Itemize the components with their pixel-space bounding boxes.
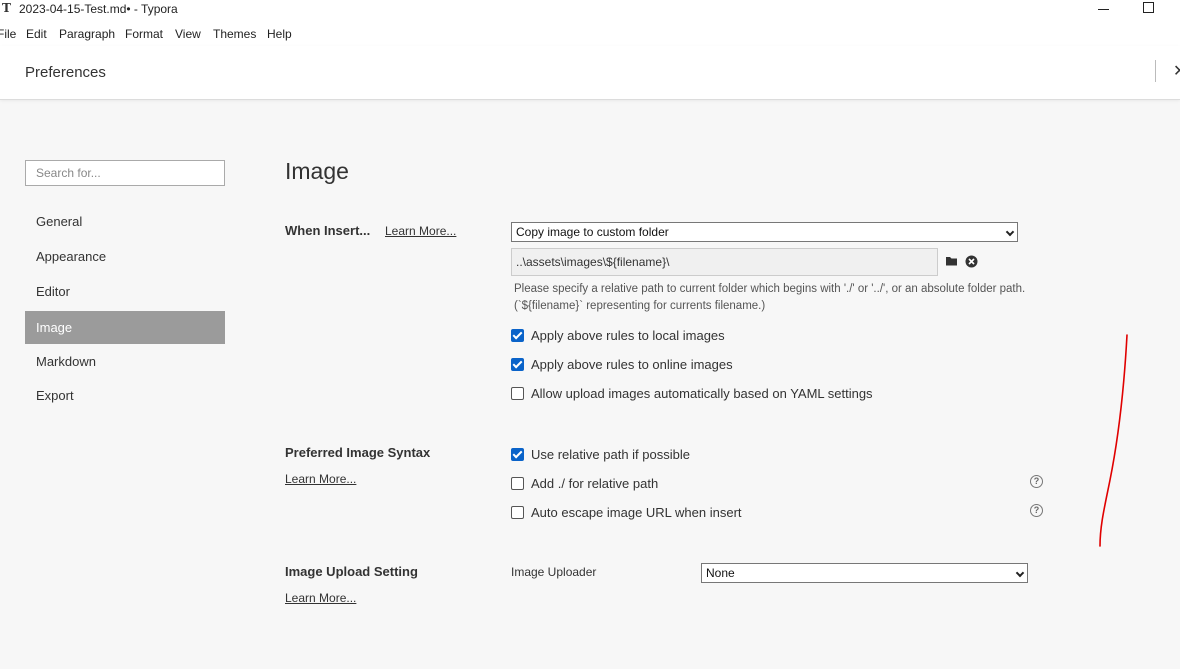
dot-slash-checkbox[interactable] <box>511 477 524 490</box>
image-uploader-label: Image Uploader <box>511 565 597 579</box>
escape-url-checkbox[interactable] <box>511 506 524 519</box>
path-help-text: Please specify a relative path to curren… <box>514 283 1026 312</box>
image-uploader-select[interactable]: None <box>701 563 1028 583</box>
minimize-icon[interactable] <box>1098 9 1109 10</box>
menu-edit[interactable]: Edit <box>26 27 47 41</box>
image-upload-learn-more-link[interactable]: Learn More... <box>285 591 356 605</box>
chevron-down-icon <box>1005 227 1015 237</box>
close-icon[interactable]: ✕ <box>1173 61 1180 81</box>
header-divider <box>1155 60 1156 82</box>
when-insert-learn-more-link[interactable]: Learn More... <box>385 224 456 238</box>
sidebar-item-editor[interactable]: Editor <box>25 275 225 308</box>
auto-upload-yaml-label: Allow upload images automatically based … <box>531 386 873 401</box>
menu-themes[interactable]: Themes <box>213 27 256 41</box>
menu-paragraph[interactable]: Paragraph <box>59 27 115 41</box>
question-circle-icon[interactable]: ? <box>1030 475 1043 488</box>
apply-local-images-checkbox[interactable] <box>511 329 524 342</box>
chevron-down-icon <box>1015 568 1025 578</box>
relative-path-label: Use relative path if possible <box>531 447 690 462</box>
question-circle-icon[interactable]: ? <box>1030 504 1043 517</box>
menu-bar: File Edit Paragraph Format View Themes H… <box>0 20 1180 46</box>
relative-path-checkbox[interactable] <box>511 448 524 461</box>
typora-app-icon: T <box>2 1 11 15</box>
clear-circle-icon[interactable] <box>965 255 978 268</box>
window-title: 2023-04-15-Test.md• - Typora <box>19 2 178 16</box>
menu-format[interactable]: Format <box>125 27 163 41</box>
section-heading: Image <box>285 158 349 184</box>
preferences-header: Preferences ✕ <box>0 46 1180 100</box>
menu-view[interactable]: View <box>175 27 201 41</box>
apply-online-images-checkbox[interactable] <box>511 358 524 371</box>
escape-url-label: Auto escape image URL when insert <box>531 505 742 520</box>
folder-icon[interactable] <box>945 255 959 267</box>
insert-action-value: Copy image to custom folder <box>516 225 669 239</box>
sidebar-item-markdown[interactable]: Markdown <box>25 345 225 378</box>
apply-local-images-label: Apply above rules to local images <box>531 328 725 343</box>
red-annotation-stroke <box>1099 334 1128 547</box>
sidebar-item-general[interactable]: General <box>25 205 225 238</box>
apply-online-images-label: Apply above rules to online images <box>531 357 733 372</box>
dot-slash-label: Add ./ for relative path <box>531 476 659 491</box>
menu-file[interactable]: File <box>0 27 16 41</box>
image-syntax-learn-more-link[interactable]: Learn More... <box>285 472 356 486</box>
when-insert-label: When Insert... <box>285 223 371 238</box>
image-folder-path-input[interactable]: ..\assets\images\${filename}\ <box>511 248 938 276</box>
auto-upload-yaml-checkbox[interactable] <box>511 387 524 400</box>
image-syntax-label: Preferred Image Syntax <box>285 445 431 460</box>
maximize-icon[interactable] <box>1143 2 1154 13</box>
menu-help[interactable]: Help <box>267 27 292 41</box>
image-uploader-value: None <box>706 566 735 580</box>
search-input[interactable] <box>26 161 224 185</box>
search-field[interactable] <box>25 160 225 186</box>
sidebar-item-image[interactable]: Image <box>25 311 225 344</box>
sidebar-item-export[interactable]: Export <box>25 379 225 412</box>
sidebar-item-appearance[interactable]: Appearance <box>25 240 225 273</box>
insert-action-select[interactable]: Copy image to custom folder <box>511 222 1018 242</box>
title-bar: T 2023-04-15-Test.md• - Typora <box>0 0 1180 20</box>
image-upload-label: Image Upload Setting <box>285 564 418 579</box>
preferences-title: Preferences <box>25 64 106 81</box>
